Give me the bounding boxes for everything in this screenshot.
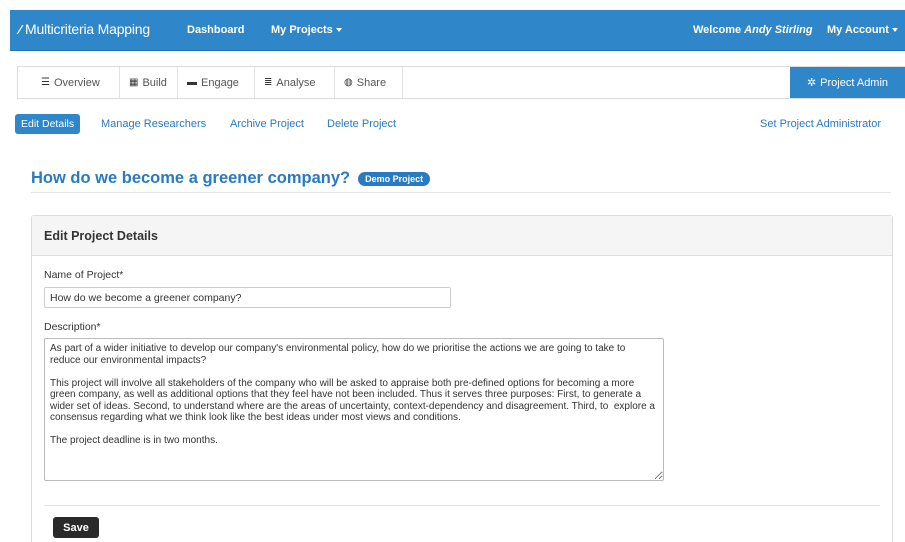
nav-my-account-label: My Account [827, 24, 889, 36]
tab-analyse-label: Analyse [276, 76, 316, 89]
brand-name: Multicriteria Mapping [24, 21, 150, 37]
tab-analyse[interactable]: ≣ Analyse [255, 67, 335, 98]
comment-icon: ▬ [187, 77, 197, 88]
welcome-text: Welcome Andy Stirling [693, 24, 813, 36]
list-icon: ☰ [41, 77, 50, 88]
set-project-administrator-link[interactable]: Set Project Administrator [760, 118, 881, 130]
gear-icon: ✲ [806, 77, 817, 89]
project-name-input[interactable] [44, 287, 451, 308]
project-tabs: ☰ Overview ▦ Build ▬ Engage ≣ Analyse ◍ … [17, 66, 905, 99]
nav-my-projects[interactable]: My Projects [271, 24, 342, 36]
delete-project-link[interactable]: Delete Project [327, 118, 396, 130]
tab-overview[interactable]: ☰ Overview [18, 67, 120, 98]
tab-share[interactable]: ◍ Share [335, 67, 403, 98]
grid-icon: ▦ [129, 77, 139, 88]
project-admin-button[interactable]: ✲ Project Admin [790, 67, 905, 98]
brand[interactable]: ⁄ Multicriteria Mapping [19, 21, 150, 37]
caret-down-icon [891, 28, 898, 33]
globe-icon: ◍ [344, 77, 353, 88]
project-title: How do we become a greener company? [31, 169, 351, 187]
top-navbar: ⁄ Multicriteria Mapping Dashboard My Pro… [10, 10, 905, 51]
tab-build-label: Build [142, 76, 167, 89]
form-divider [44, 505, 880, 506]
brand-logo-icon: ⁄ [19, 21, 21, 37]
demo-project-badge: Demo Project [358, 171, 431, 186]
nav-dashboard[interactable]: Dashboard [187, 24, 244, 36]
tab-engage-label: Engage [201, 76, 239, 89]
title-divider [31, 192, 891, 193]
page-title: How do we become a greener company? Demo… [31, 169, 431, 188]
manage-researchers-link[interactable]: Manage Researchers [101, 118, 206, 130]
description-label: Description* [44, 321, 101, 333]
welcome-prefix: Welcome [693, 24, 745, 36]
tab-build[interactable]: ▦ Build [120, 67, 178, 98]
panel-heading: Edit Project Details [32, 216, 892, 256]
name-of-project-label: Name of Project* [44, 269, 124, 281]
nav-my-projects-label: My Projects [271, 24, 333, 36]
tab-overview-label: Overview [53, 76, 100, 89]
description-textarea[interactable]: As part of a wider initiative to develop… [44, 338, 664, 481]
welcome-user: Andy Stirling [744, 24, 813, 36]
nav-my-account[interactable]: My Account [827, 24, 898, 36]
tab-engage[interactable]: ▬ Engage [178, 67, 255, 98]
archive-project-link[interactable]: Archive Project [230, 118, 304, 130]
save-button[interactable]: Save [53, 517, 99, 538]
caret-down-icon [335, 28, 342, 33]
project-admin-label: Project Admin [820, 76, 889, 89]
sub-navigation: Edit Details Manage Researchers Archive … [0, 114, 905, 134]
tab-share-label: Share [356, 76, 387, 89]
align-icon: ≣ [264, 77, 273, 88]
edit-details-pill[interactable]: Edit Details [15, 114, 81, 134]
